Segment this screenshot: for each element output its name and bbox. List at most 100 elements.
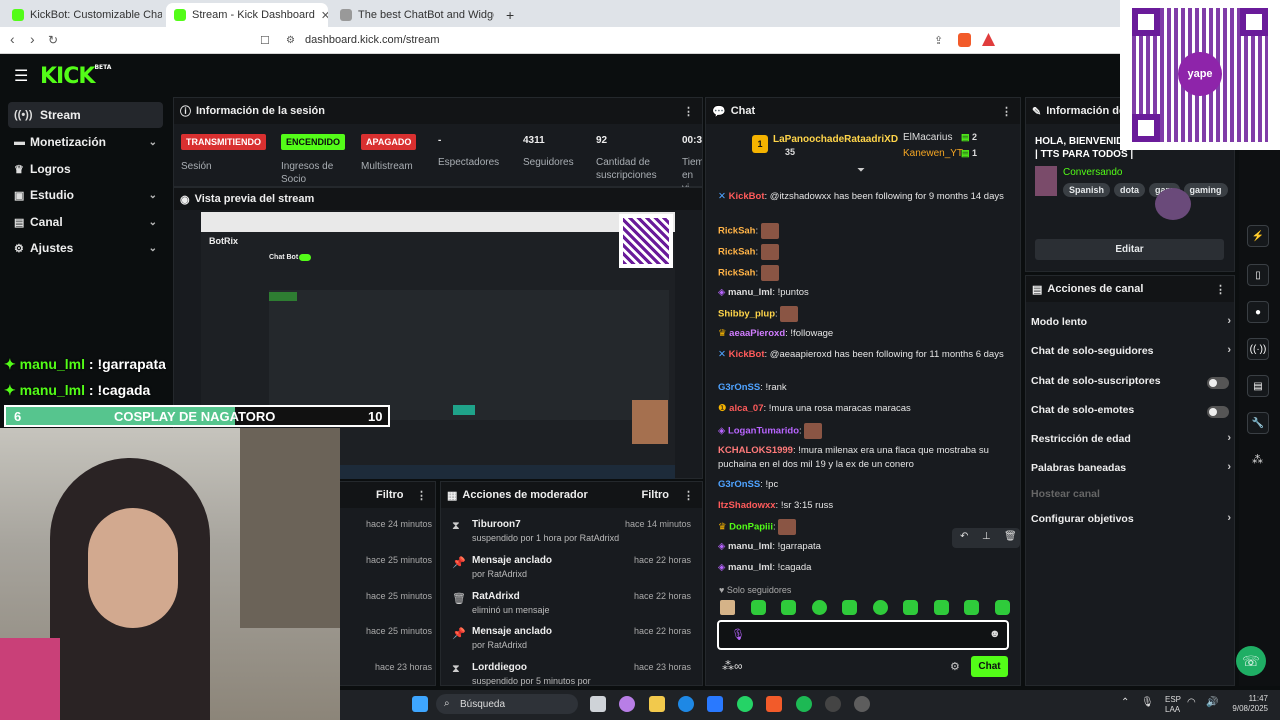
kick-logo[interactable]: KICKBETA bbox=[40, 64, 111, 89]
menu-icon[interactable]: ☰ bbox=[14, 66, 28, 86]
browser-tab-dashboard[interactable]: Stream - Kick Dashboard ✕ bbox=[166, 3, 328, 27]
chat-username[interactable]: manu_lml bbox=[728, 562, 772, 573]
sidebar-item-canal[interactable]: ▤ Canal ⌄ bbox=[8, 209, 163, 235]
chat-username[interactable]: G3rOnSS bbox=[718, 479, 760, 490]
copilot-icon[interactable] bbox=[619, 696, 635, 712]
kickbot-icon[interactable]: ⁂ bbox=[1252, 453, 1263, 466]
sidebar-item-ajustes[interactable]: ⚙ Ajustes ⌄ bbox=[8, 235, 163, 261]
layout-icon[interactable]: ▤ bbox=[1247, 375, 1269, 397]
back-icon[interactable]: ‹ bbox=[10, 31, 15, 47]
slow-mode-action[interactable]: Modo lento › bbox=[1031, 315, 1231, 334]
chat-username[interactable]: KickBot bbox=[729, 191, 765, 202]
edit-button[interactable]: Editar bbox=[1035, 239, 1224, 260]
chat-username[interactable]: KCHALOKS1999 bbox=[718, 445, 793, 456]
share-icon[interactable]: ⇪ bbox=[934, 34, 943, 47]
emote-icon[interactable] bbox=[750, 600, 766, 615]
chat-username[interactable]: LoganTumarido bbox=[728, 426, 799, 437]
sidebar-item-logros[interactable]: ♛ Logros bbox=[8, 156, 163, 182]
reload-icon[interactable]: ↻ bbox=[48, 33, 58, 47]
wrench-icon[interactable]: 🔧 bbox=[1247, 412, 1269, 434]
chat-username[interactable]: Shibby_plup bbox=[718, 309, 775, 320]
task-view-icon[interactable] bbox=[590, 696, 606, 712]
mod-action-row[interactable]: 📌 Mensaje anclado por RatAdrixd hace 22 … bbox=[450, 555, 695, 591]
subscribers-only-toggle[interactable] bbox=[1207, 377, 1229, 389]
category-name[interactable]: Conversando bbox=[1063, 167, 1122, 178]
emote-icon[interactable] bbox=[781, 600, 797, 615]
obs-icon[interactable] bbox=[825, 696, 841, 712]
site-info-icon[interactable]: ⚙ bbox=[286, 35, 295, 46]
filter-button[interactable]: Filtro bbox=[642, 489, 670, 501]
store-icon[interactable] bbox=[707, 696, 723, 712]
rewards-icon[interactable] bbox=[982, 33, 995, 46]
trash-icon[interactable]: 🗑 bbox=[1004, 531, 1017, 542]
chat-username[interactable]: G3rOnSS bbox=[718, 382, 760, 393]
language-indicator[interactable]: ESP LAA bbox=[1165, 695, 1181, 715]
new-tab-icon[interactable]: + bbox=[498, 3, 518, 27]
emote-icon[interactable] bbox=[872, 600, 888, 615]
botrix-icon[interactable]: ⁂∞ bbox=[722, 659, 743, 673]
mic-tray-icon[interactable]: 🎙 bbox=[1141, 697, 1154, 708]
tag[interactable]: gaming bbox=[1183, 183, 1228, 197]
windows-start-icon[interactable] bbox=[412, 696, 428, 712]
collapse-icon[interactable]: ⏷ bbox=[857, 165, 865, 176]
more-options-icon[interactable]: ⋮ bbox=[1001, 105, 1012, 118]
microphone-icon[interactable]: 🎙 bbox=[731, 628, 745, 641]
chat-username[interactable]: DonPapiii bbox=[729, 522, 773, 533]
emoji-icon[interactable]: ☻ bbox=[989, 628, 1001, 640]
whatsapp-icon[interactable] bbox=[737, 696, 753, 712]
reply-icon[interactable]: ↶ bbox=[960, 531, 968, 542]
bookmark-icon[interactable]: ☐ bbox=[260, 34, 270, 47]
edge-icon[interactable] bbox=[678, 696, 694, 712]
browser-tab-kickbot[interactable]: KickBot: Customizable Chat Bot for K bbox=[4, 3, 162, 27]
clip-icon[interactable]: ▯ bbox=[1247, 264, 1269, 286]
flash-icon[interactable]: ⚡ bbox=[1247, 225, 1269, 247]
set-goals-action[interactable]: Configurar objetivos › bbox=[1031, 512, 1231, 531]
tag[interactable]: dota bbox=[1114, 183, 1146, 197]
clock[interactable]: 11:47 9/08/2025 bbox=[1228, 694, 1268, 714]
emote-icon[interactable] bbox=[933, 600, 949, 615]
followers-only-action[interactable]: Chat de solo-seguidores › bbox=[1031, 344, 1231, 363]
close-tab-icon[interactable]: ✕ bbox=[315, 9, 328, 22]
url-text[interactable]: dashboard.kick.com/stream bbox=[305, 34, 440, 46]
more-options-icon[interactable]: ⋮ bbox=[1215, 283, 1226, 296]
chat-input[interactable]: 🎙 ☻ bbox=[717, 620, 1009, 650]
brave-shield-icon[interactable] bbox=[958, 33, 971, 47]
sidebar-item-monetizacion[interactable]: ▬ Monetización ⌄ bbox=[8, 129, 163, 155]
chat-username[interactable]: RickSah bbox=[718, 247, 756, 258]
support-icon[interactable]: ☏ bbox=[1236, 646, 1266, 676]
emote-icon[interactable] bbox=[811, 600, 827, 615]
emote-icon[interactable] bbox=[842, 600, 858, 615]
mod-action-row[interactable]: 📌 Mensaje anclado por RatAdrixd hace 22 … bbox=[450, 626, 695, 662]
chat-username[interactable]: ItzShadowxx bbox=[718, 500, 776, 511]
emotes-only-toggle[interactable] bbox=[1207, 406, 1229, 418]
settings-icon[interactable]: ⚙ bbox=[950, 660, 960, 673]
chat-username[interactable]: KickBot bbox=[729, 349, 765, 360]
mod-action-row[interactable]: ⧗ Tiburoon7 suspendido por 1 hora por Ra… bbox=[450, 519, 695, 555]
spotify-icon[interactable] bbox=[796, 696, 812, 712]
more-options-icon[interactable]: ⋮ bbox=[416, 489, 427, 502]
brave-icon[interactable] bbox=[766, 696, 782, 712]
emote-icon[interactable] bbox=[994, 600, 1010, 615]
browser-tab-botrix[interactable]: The best ChatBot and Widgets for Ki ✕ bbox=[332, 3, 494, 27]
filter-button[interactable]: Filtro bbox=[376, 489, 404, 501]
taskbar-search[interactable]: ⌕ Búsqueda bbox=[436, 694, 578, 714]
tag[interactable]: Spanish bbox=[1063, 183, 1111, 197]
chat-username[interactable]: manu_lml bbox=[728, 541, 772, 552]
mod-action-row[interactable]: 🗑 RatAdrixd eliminó un mensaje hace 22 h… bbox=[450, 591, 695, 627]
broadcast-icon[interactable]: ((·)) bbox=[1247, 338, 1269, 360]
emote-icon[interactable] bbox=[720, 600, 735, 615]
wifi-icon[interactable]: ◠ bbox=[1187, 697, 1196, 708]
pin-icon[interactable]: ⊥ bbox=[982, 531, 991, 542]
chevron-up-icon[interactable]: ⌃ bbox=[1121, 697, 1129, 708]
forward-icon[interactable]: › bbox=[30, 31, 35, 47]
chat-bubble-icon[interactable]: ● bbox=[1247, 301, 1269, 323]
more-options-icon[interactable]: ⋮ bbox=[683, 105, 694, 118]
file-explorer-icon[interactable] bbox=[649, 696, 665, 712]
emote-icon[interactable] bbox=[964, 600, 980, 615]
app-icon[interactable] bbox=[854, 696, 870, 712]
chat-username[interactable]: aeaaPieroxd bbox=[729, 328, 785, 339]
emote-icon[interactable] bbox=[903, 600, 919, 615]
more-options-icon[interactable]: ⋮ bbox=[683, 489, 694, 502]
chat-username[interactable]: alca_07 bbox=[729, 403, 763, 414]
sidebar-item-estudio[interactable]: ▣ Estudio ⌄ bbox=[8, 182, 163, 208]
